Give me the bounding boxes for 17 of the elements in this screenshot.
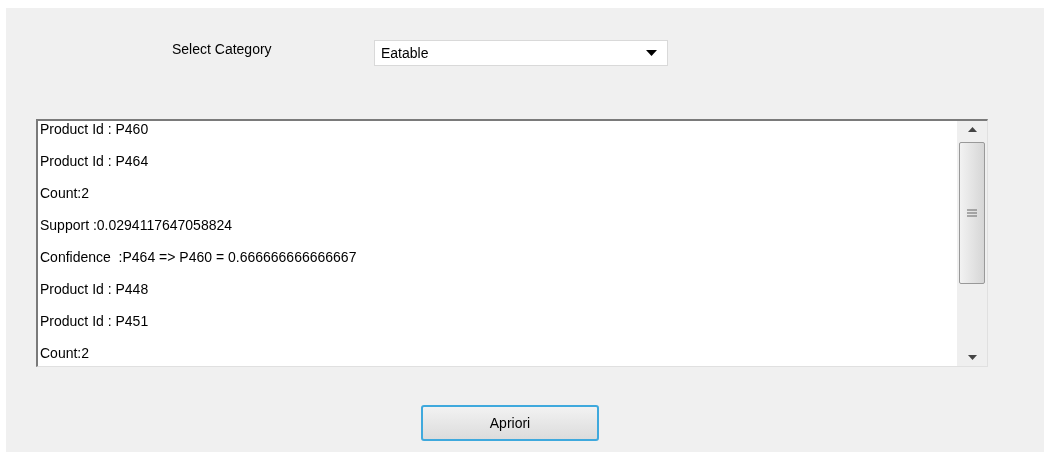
category-dropdown[interactable]: Eatable (374, 40, 668, 66)
result-line: Count:2 (40, 185, 91, 203)
result-line: Product Id : P464 (40, 153, 150, 171)
category-label: Select Category (172, 41, 273, 57)
result-line: Product Id : P451 (40, 313, 150, 331)
apriori-button[interactable]: Apriori (421, 405, 599, 441)
scroll-thumb[interactable] (959, 142, 985, 284)
result-line: Product Id : P460 (40, 121, 150, 139)
result-line: Support :0.0294117647058824 (40, 217, 234, 235)
scrollbar[interactable] (957, 121, 987, 366)
caret-icon (646, 50, 657, 56)
scroll-up-icon[interactable] (967, 127, 977, 132)
scroll-down-icon[interactable] (967, 355, 977, 360)
result-line: Count:2 (40, 345, 91, 363)
result-line: Product Id : P448 (40, 281, 150, 299)
result-line: Confidence :P464 => P460 = 0.666666666666667 (40, 249, 358, 267)
grip-icon (967, 209, 977, 217)
